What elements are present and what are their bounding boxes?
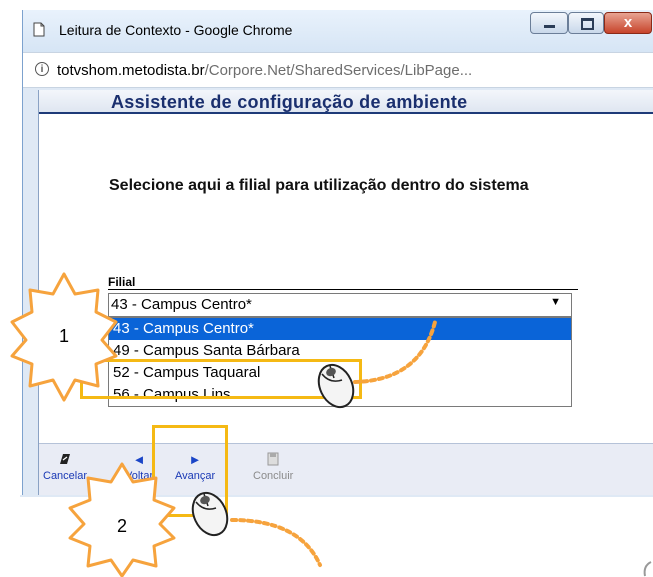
step-2-marker: 2 — [68, 462, 176, 577]
step-2-number: 2 — [116, 516, 127, 536]
mouse-icon — [191, 491, 229, 537]
mouse-icon — [317, 363, 355, 409]
step-1-marker: 1 — [10, 272, 118, 402]
step-1-number: 1 — [58, 326, 69, 346]
corner-fragment — [643, 561, 652, 577]
